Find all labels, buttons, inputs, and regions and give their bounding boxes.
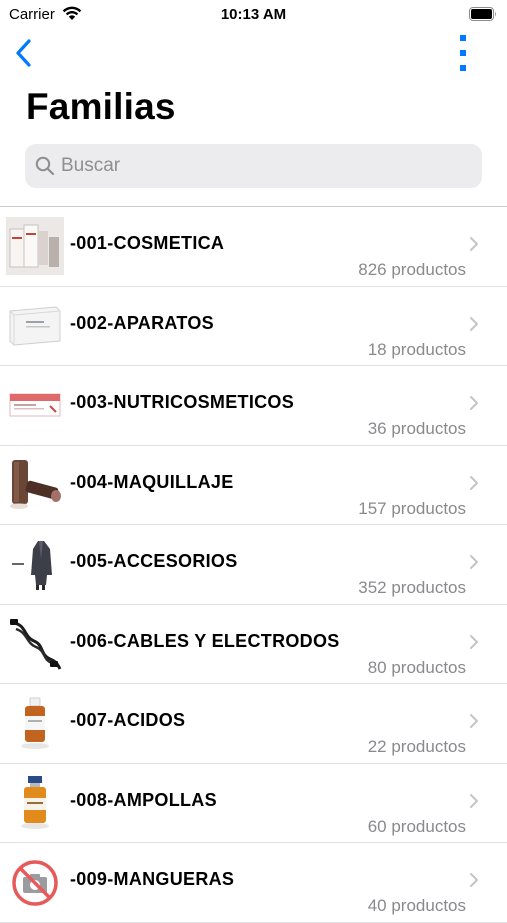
list-item[interactable]: -005-ACCESORIOS 352 productos xyxy=(0,525,507,605)
chevron-right-icon xyxy=(470,714,478,728)
family-name: -003-NUTRICOSMETICOS xyxy=(70,392,295,412)
chevron-right-icon xyxy=(470,555,478,569)
chevron-right-icon xyxy=(470,316,478,331)
list-item[interactable]: -006-CABLES Y ELECTRODOS 80 productos xyxy=(0,605,507,684)
family-name: -006-CABLES Y ELECTRODOS xyxy=(70,630,340,651)
chevron-right-icon xyxy=(470,793,478,808)
device-box-image xyxy=(9,305,61,346)
cable-image xyxy=(10,618,62,670)
page-title: Familias xyxy=(26,86,176,127)
chevron-right-icon xyxy=(470,475,478,490)
family-count: 40 productos xyxy=(367,896,466,915)
family-name: -009-MANGUERAS xyxy=(70,869,235,889)
list-item[interactable]: -004-MAQUILLAJE 157 productos xyxy=(0,446,507,525)
list-item[interactable]: -009-MANGUERAS 40 productos xyxy=(0,843,507,923)
cosmetic-products-image xyxy=(6,217,64,275)
chevron-right-icon xyxy=(470,237,478,251)
family-count: 826 productos xyxy=(358,260,466,279)
list-item[interactable]: -003-NUTRICOSMETICOS 36 productos xyxy=(0,366,507,446)
more-options-button[interactable] xyxy=(452,34,474,72)
family-name: -007-ACIDOS xyxy=(70,710,186,730)
no-image-placeholder-icon xyxy=(12,860,58,906)
back-button[interactable] xyxy=(12,36,40,70)
family-name: -002-APARATOS xyxy=(70,312,214,333)
robe-image xyxy=(12,541,52,590)
search-bar[interactable] xyxy=(25,144,482,188)
battery-icon xyxy=(469,7,496,21)
list-item[interactable]: -001-COSMETICA 826 productos xyxy=(0,207,507,287)
ampoule-vial-image xyxy=(21,775,49,829)
family-count: 352 productos xyxy=(358,578,466,597)
family-name: -008-AMPOLLAS xyxy=(70,789,217,810)
family-name: -004-MAQUILLAJE xyxy=(70,471,234,492)
family-count: 18 productos xyxy=(367,339,466,359)
list-item[interactable]: -002-APARATOS 18 productos xyxy=(0,287,507,366)
vertical-dots-icon xyxy=(460,35,466,71)
status-bar: Carrier 10:13 AM xyxy=(0,0,507,30)
supplement-box-image xyxy=(9,393,61,417)
family-count: 22 productos xyxy=(367,737,466,756)
list-item[interactable]: -008-AMPOLLAS 60 productos xyxy=(0,764,507,843)
family-count: 60 productos xyxy=(367,816,466,836)
family-count: 36 productos xyxy=(367,419,466,438)
chevron-right-icon xyxy=(470,873,478,887)
list-item[interactable]: -007-ACIDOS 22 productos xyxy=(0,684,507,764)
families-list: -001-COSMETICA 826 productos -002-APARAT… xyxy=(0,207,507,923)
chevron-left-icon xyxy=(16,39,31,67)
chevron-right-icon xyxy=(470,634,478,649)
acid-bottle-image xyxy=(21,697,49,749)
status-time: 10:13 AM xyxy=(220,6,287,23)
search-icon xyxy=(35,156,55,176)
makeup-tubes-image xyxy=(10,459,61,509)
family-name: -001-COSMETICA xyxy=(70,233,225,253)
family-name: -005-ACCESORIOS xyxy=(70,551,238,571)
family-count: 80 productos xyxy=(367,657,466,677)
family-count: 157 productos xyxy=(358,498,466,518)
search-input[interactable] xyxy=(61,144,461,188)
chevron-right-icon xyxy=(470,396,478,410)
